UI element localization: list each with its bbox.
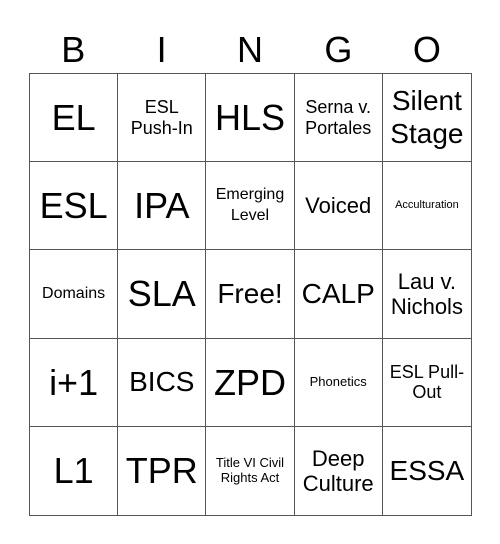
header-letter-o: O bbox=[412, 29, 441, 70]
bingo-cell[interactable]: Title VI Civil Rights Act bbox=[206, 426, 295, 515]
bingo-cell[interactable]: HLS bbox=[206, 74, 295, 163]
bingo-cell[interactable]: ESL Pull-Out bbox=[382, 339, 471, 427]
bingo-cell[interactable]: TPR bbox=[118, 426, 207, 515]
bingo-cell[interactable]: BICS bbox=[118, 338, 207, 427]
bingo-cell[interactable]: i+1 bbox=[30, 338, 119, 427]
bingo-cell[interactable]: Serna v. Portales bbox=[294, 74, 383, 163]
header-letter-b: B bbox=[61, 29, 86, 70]
bingo-cell[interactable]: Acculturation bbox=[382, 162, 471, 251]
bingo-cell[interactable]: ESL Push-In bbox=[118, 74, 207, 163]
bingo-cell[interactable]: SLA bbox=[118, 250, 207, 339]
bingo-cell[interactable]: Lau v. Nichols bbox=[382, 250, 471, 339]
bingo-cell[interactable]: EL bbox=[30, 74, 119, 163]
bingo-cell[interactable]: ESSA bbox=[383, 427, 471, 515]
bingo-header: B I N G O bbox=[29, 28, 471, 72]
bingo-cell[interactable]: ZPD bbox=[206, 338, 295, 427]
bingo-cell[interactable]: IPA bbox=[118, 162, 207, 251]
bingo-cell[interactable]: Emerging Level bbox=[206, 162, 295, 251]
bingo-cell[interactable]: CALP bbox=[294, 250, 383, 339]
bingo-cell[interactable]: Domains bbox=[30, 250, 119, 339]
header-letter-g: G bbox=[324, 29, 353, 70]
bingo-grid: EL ESL Push-In HLS Serna v. Portales Silent … bbox=[29, 73, 472, 516]
bingo-cell[interactable]: L1 bbox=[30, 426, 119, 515]
bingo-cell[interactable]: Free! bbox=[206, 250, 295, 339]
header-letter-i: I bbox=[156, 29, 167, 70]
bingo-cell[interactable]: Deep Culture bbox=[295, 426, 383, 515]
bingo-cell[interactable]: Phonetics bbox=[294, 338, 383, 427]
bingo-cell[interactable]: Voiced bbox=[294, 162, 383, 251]
header-letter-n: N bbox=[237, 29, 264, 70]
bingo-cell[interactable]: ESL bbox=[30, 162, 119, 251]
bingo-cell[interactable]: Silent Stage bbox=[382, 74, 471, 163]
